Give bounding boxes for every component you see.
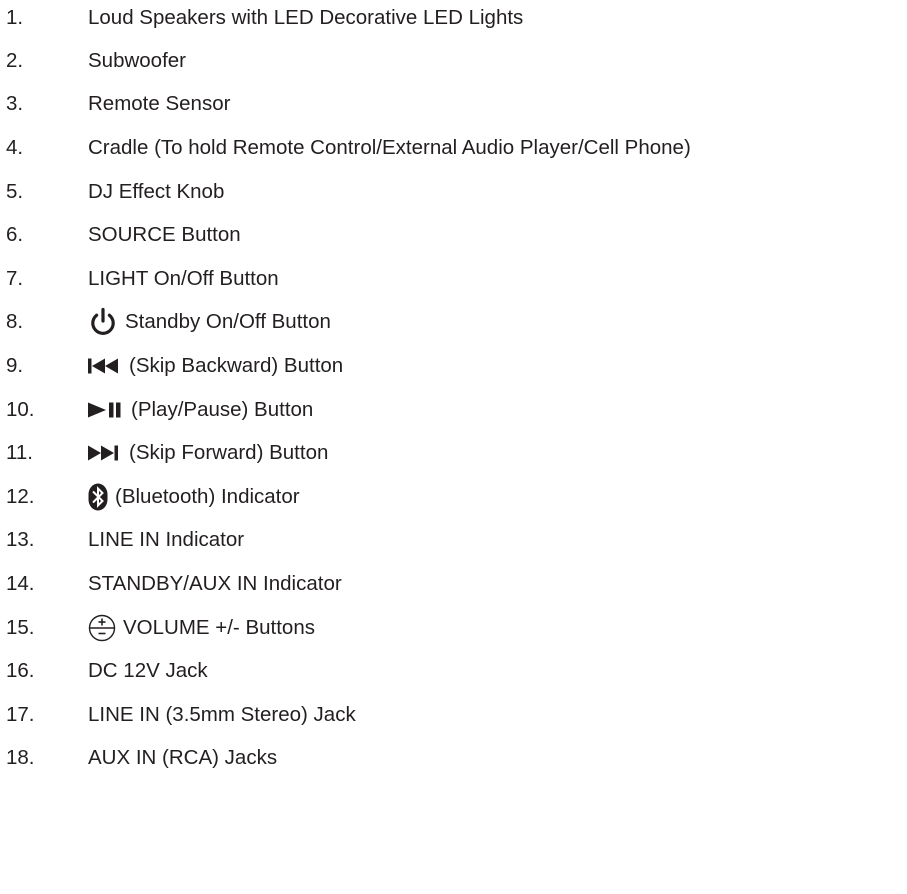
item-number: 16. [6, 659, 35, 682]
item-number: 3. [6, 92, 24, 115]
list-item: 12. (Bluetooth) Indicator [0, 482, 907, 512]
item-label: (Skip Forward) Button [129, 441, 329, 464]
item-number: 12. [6, 485, 35, 508]
list-item: 1. Loud Speakers with LED Decorative LED… [0, 3, 907, 33]
skip-forward-icon [88, 443, 122, 463]
item-label: DC 12V Jack [88, 659, 208, 682]
item-label: (Bluetooth) Indicator [115, 485, 300, 508]
item-label: Remote Sensor [88, 92, 231, 115]
item-label: LINE IN Indicator [88, 528, 245, 551]
list-item: 9. (Skip Backward) Button [0, 351, 907, 381]
list-item: 14. STANDBY/AUX IN Indicator [0, 569, 907, 599]
list-item: 8. Standby On/Off Button [0, 307, 907, 337]
skip-backward-icon [88, 356, 122, 376]
item-number: 2. [6, 49, 24, 72]
list-item: 15. VOLUME +/- Buttons [0, 613, 907, 643]
list-item: 5. DJ Effect Knob [0, 177, 907, 207]
item-number: 14. [6, 572, 35, 595]
list-item: 17. LINE IN (3.5mm Stereo) Jack [0, 700, 907, 730]
item-number: 7. [6, 267, 24, 290]
item-label: VOLUME +/- Buttons [123, 616, 315, 639]
list-item: 6. SOURCE Button [0, 220, 907, 250]
power-icon [88, 307, 118, 337]
item-label: LIGHT On/Off Button [88, 267, 279, 290]
item-label: SOURCE Button [88, 223, 241, 246]
item-number: 9. [6, 354, 24, 377]
item-number: 15. [6, 616, 35, 639]
item-number: 6. [6, 223, 24, 246]
item-label: (Play/Pause) Button [131, 398, 314, 421]
list-item: 13. LINE IN Indicator [0, 525, 907, 555]
item-number: 17. [6, 703, 35, 726]
list-item: 10. (Play/Pause) Button [0, 395, 907, 425]
list-item: 16. DC 12V Jack [0, 656, 907, 686]
list-item: 4. Cradle (To hold Remote Control/Extern… [0, 133, 907, 163]
list-item: 7. LIGHT On/Off Button [0, 264, 907, 294]
item-number: 4. [6, 136, 24, 159]
bluetooth-icon [88, 483, 108, 511]
list-item: 18. AUX IN (RCA) Jacks [0, 743, 907, 773]
item-label: (Skip Backward) Button [129, 354, 344, 377]
item-label: LINE IN (3.5mm Stereo) Jack [88, 703, 356, 726]
list-item: 11. (Skip Forward) Button [0, 438, 907, 468]
item-number: 5. [6, 180, 24, 203]
item-label: Standby On/Off Button [125, 310, 331, 333]
volume-plus-minus-icon [88, 614, 116, 642]
play-pause-icon [88, 400, 124, 420]
item-number: 1. [6, 6, 24, 29]
item-number: 11. [6, 441, 33, 464]
item-label: Subwoofer [88, 49, 187, 72]
item-number: 8. [6, 310, 24, 333]
item-label: DJ Effect Knob [88, 180, 225, 203]
item-label: Cradle (To hold Remote Control/External … [88, 136, 691, 159]
item-number: 13. [6, 528, 35, 551]
item-label: STANDBY/AUX IN Indicator [88, 572, 342, 595]
item-label: Loud Speakers with LED Decorative LED Li… [88, 6, 524, 29]
item-number: 10. [6, 398, 35, 421]
list-item: 3. Remote Sensor [0, 89, 907, 119]
list-item: 2. Subwoofer [0, 46, 907, 76]
item-label: AUX IN (RCA) Jacks [88, 746, 278, 769]
item-number: 18. [6, 746, 35, 769]
